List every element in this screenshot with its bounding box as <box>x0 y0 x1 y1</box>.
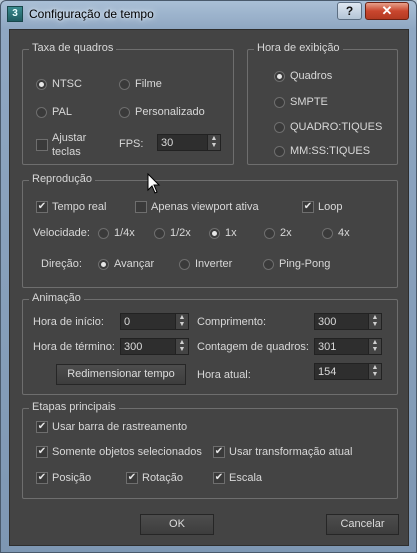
radio-speed-2x[interactable] <box>264 228 275 239</box>
radio-direction-forward-label: Avançar <box>114 258 155 270</box>
frame-count-spinner-arrows[interactable]: ▲ ▼ <box>368 339 381 354</box>
animation-group-label: Animação <box>29 292 84 304</box>
end-time-input[interactable] <box>121 339 174 354</box>
help-button[interactable]: ? <box>337 2 362 20</box>
scale-checkbox[interactable]: ✔ <box>213 472 225 484</box>
radio-frames-label: Quadros <box>290 70 333 82</box>
radio-direction-ping-pong-label: Ping-Pong <box>279 258 331 270</box>
frame-count-input[interactable] <box>315 339 367 354</box>
frame-count-spinner[interactable]: ▲▼ <box>314 338 382 355</box>
length-spinner[interactable]: ▲▼ <box>314 313 382 330</box>
fps-spinner[interactable]: ▲▼ <box>157 134 221 151</box>
end-time-spinner[interactable]: ▲▼ <box>120 338 189 355</box>
radio-mm-ss-ticks[interactable] <box>274 146 285 157</box>
time-display-group-label: Hora de exibição <box>254 42 343 54</box>
radio-film-label: Filme <box>135 78 162 90</box>
current-time-input[interactable] <box>315 364 367 379</box>
radio-speed-2x-label: 2x <box>280 227 292 239</box>
current-time-spinner-arrows[interactable]: ▲ ▼ <box>368 364 381 379</box>
radio-frame-ticks-label: QUADRO:TIQUES <box>290 121 383 133</box>
length-spinner-arrows[interactable]: ▲ ▼ <box>368 314 381 329</box>
active-viewport-checkbox[interactable] <box>135 201 147 213</box>
active-viewport-label: Apenas viewport ativa <box>151 201 259 213</box>
use-current-transform-label: Usar transformação atual <box>229 446 353 458</box>
radio-direction-forward[interactable] <box>98 259 109 270</box>
title-bar[interactable]: 3 Configuração de tempo ? ✕ <box>1 1 416 29</box>
playback-group: Reprodução ✔ Tempo real Apenas viewport … <box>22 173 398 288</box>
direction-label: Direção: <box>41 258 82 270</box>
fps-label: FPS: <box>119 138 144 150</box>
animation-group: Animação Hora de início: ▲▼ Comprimento:… <box>22 292 398 395</box>
radio-speed-half[interactable] <box>154 228 165 239</box>
length-label: Comprimento: <box>197 316 267 328</box>
key-steps-group: Etapas principais ✔ Usar barra de rastre… <box>22 401 398 499</box>
mouse-cursor-icon <box>147 173 161 194</box>
radio-custom[interactable] <box>119 107 130 118</box>
rotation-label: Rotação <box>142 472 183 484</box>
start-time-label: Hora de início: <box>33 316 104 328</box>
real-time-label: Tempo real <box>52 201 107 213</box>
radio-frame-ticks[interactable] <box>274 122 285 133</box>
selected-only-checkbox[interactable]: ✔ <box>36 446 48 458</box>
ok-button[interactable]: OK <box>140 514 214 535</box>
loop-checkbox[interactable]: ✔ <box>302 201 314 213</box>
window-title: Configuração de tempo <box>29 7 154 21</box>
radio-direction-ping-pong[interactable] <box>263 259 274 270</box>
radio-film[interactable] <box>119 79 130 90</box>
fps-input[interactable] <box>158 135 206 150</box>
radio-frames[interactable] <box>274 71 285 82</box>
selected-only-label: Somente objetos selecionados <box>52 446 202 458</box>
radio-direction-reverse[interactable] <box>179 259 190 270</box>
radio-speed-1x[interactable] <box>209 228 220 239</box>
radio-speed-quarter[interactable] <box>98 228 109 239</box>
rescale-time-button[interactable]: Redimensionar tempo <box>56 364 186 385</box>
radio-pal-label: PAL <box>52 106 72 118</box>
radio-smpte[interactable] <box>274 97 285 108</box>
dialog-body: Taxa de quadros NTSC Filme PAL Personali… <box>9 29 409 546</box>
radio-mm-ss-ticks-label: MM:SS:TIQUES <box>290 145 371 157</box>
start-time-spinner[interactable]: ▲▼ <box>120 313 189 330</box>
app-icon: 3 <box>7 6 23 22</box>
current-time-spinner[interactable]: ▲▼ <box>314 363 382 380</box>
length-input[interactable] <box>315 314 367 329</box>
speed-label: Velocidade: <box>33 227 90 239</box>
real-time-checkbox[interactable]: ✔ <box>36 201 48 213</box>
frame-rate-group-label: Taxa de quadros <box>29 42 117 54</box>
radio-smpte-label: SMPTE <box>290 96 328 108</box>
time-configuration-window: 3 Configuração de tempo ? ✕ Taxa de quad… <box>0 0 417 553</box>
radio-speed-quarter-label: 1/4x <box>114 227 135 239</box>
radio-speed-4x-label: 4x <box>338 227 350 239</box>
position-label: Posição <box>52 472 92 484</box>
loop-label: Loop <box>318 201 343 213</box>
use-current-transform-checkbox[interactable]: ✔ <box>213 446 225 458</box>
use-trackbar-checkbox[interactable]: ✔ <box>36 421 48 433</box>
close-button[interactable]: ✕ <box>365 2 409 20</box>
key-steps-group-label: Etapas principais <box>29 401 119 413</box>
radio-ntsc-label: NTSC <box>52 78 82 90</box>
frame-rate-group: Taxa de quadros NTSC Filme PAL Personali… <box>22 42 234 165</box>
radio-speed-1x-label: 1x <box>225 227 237 239</box>
radio-ntsc[interactable] <box>36 79 47 90</box>
start-time-spinner-arrows[interactable]: ▲ ▼ <box>175 314 188 329</box>
playback-group-label: Reprodução <box>29 173 95 185</box>
rotation-checkbox[interactable]: ✔ <box>126 472 138 484</box>
radio-pal[interactable] <box>36 107 47 118</box>
position-checkbox[interactable]: ✔ <box>36 472 48 484</box>
use-trackbar-label: Usar barra de rastreamento <box>52 421 188 433</box>
radio-direction-reverse-label: Inverter <box>195 258 233 270</box>
current-time-label: Hora atual: <box>197 369 251 381</box>
time-display-group: Hora de exibição Quadros SMPTE QUADRO:TI… <box>247 42 398 165</box>
fps-spinner-arrows[interactable]: ▲ ▼ <box>207 135 220 150</box>
radio-speed-half-label: 1/2x <box>170 227 191 239</box>
cancel-button[interactable]: Cancelar <box>326 514 399 535</box>
end-time-label: Hora de término: <box>33 341 115 353</box>
radio-custom-label: Personalizado <box>135 106 205 118</box>
radio-speed-4x[interactable] <box>322 228 333 239</box>
adjust-keys-label: Ajustar teclas <box>52 132 87 158</box>
start-time-input[interactable] <box>121 314 174 329</box>
adjust-keys-checkbox[interactable] <box>36 139 48 151</box>
scale-label: Escala <box>229 472 263 484</box>
end-time-spinner-arrows[interactable]: ▲ ▼ <box>175 339 188 354</box>
frame-count-label: Contagem de quadros: <box>197 341 309 353</box>
